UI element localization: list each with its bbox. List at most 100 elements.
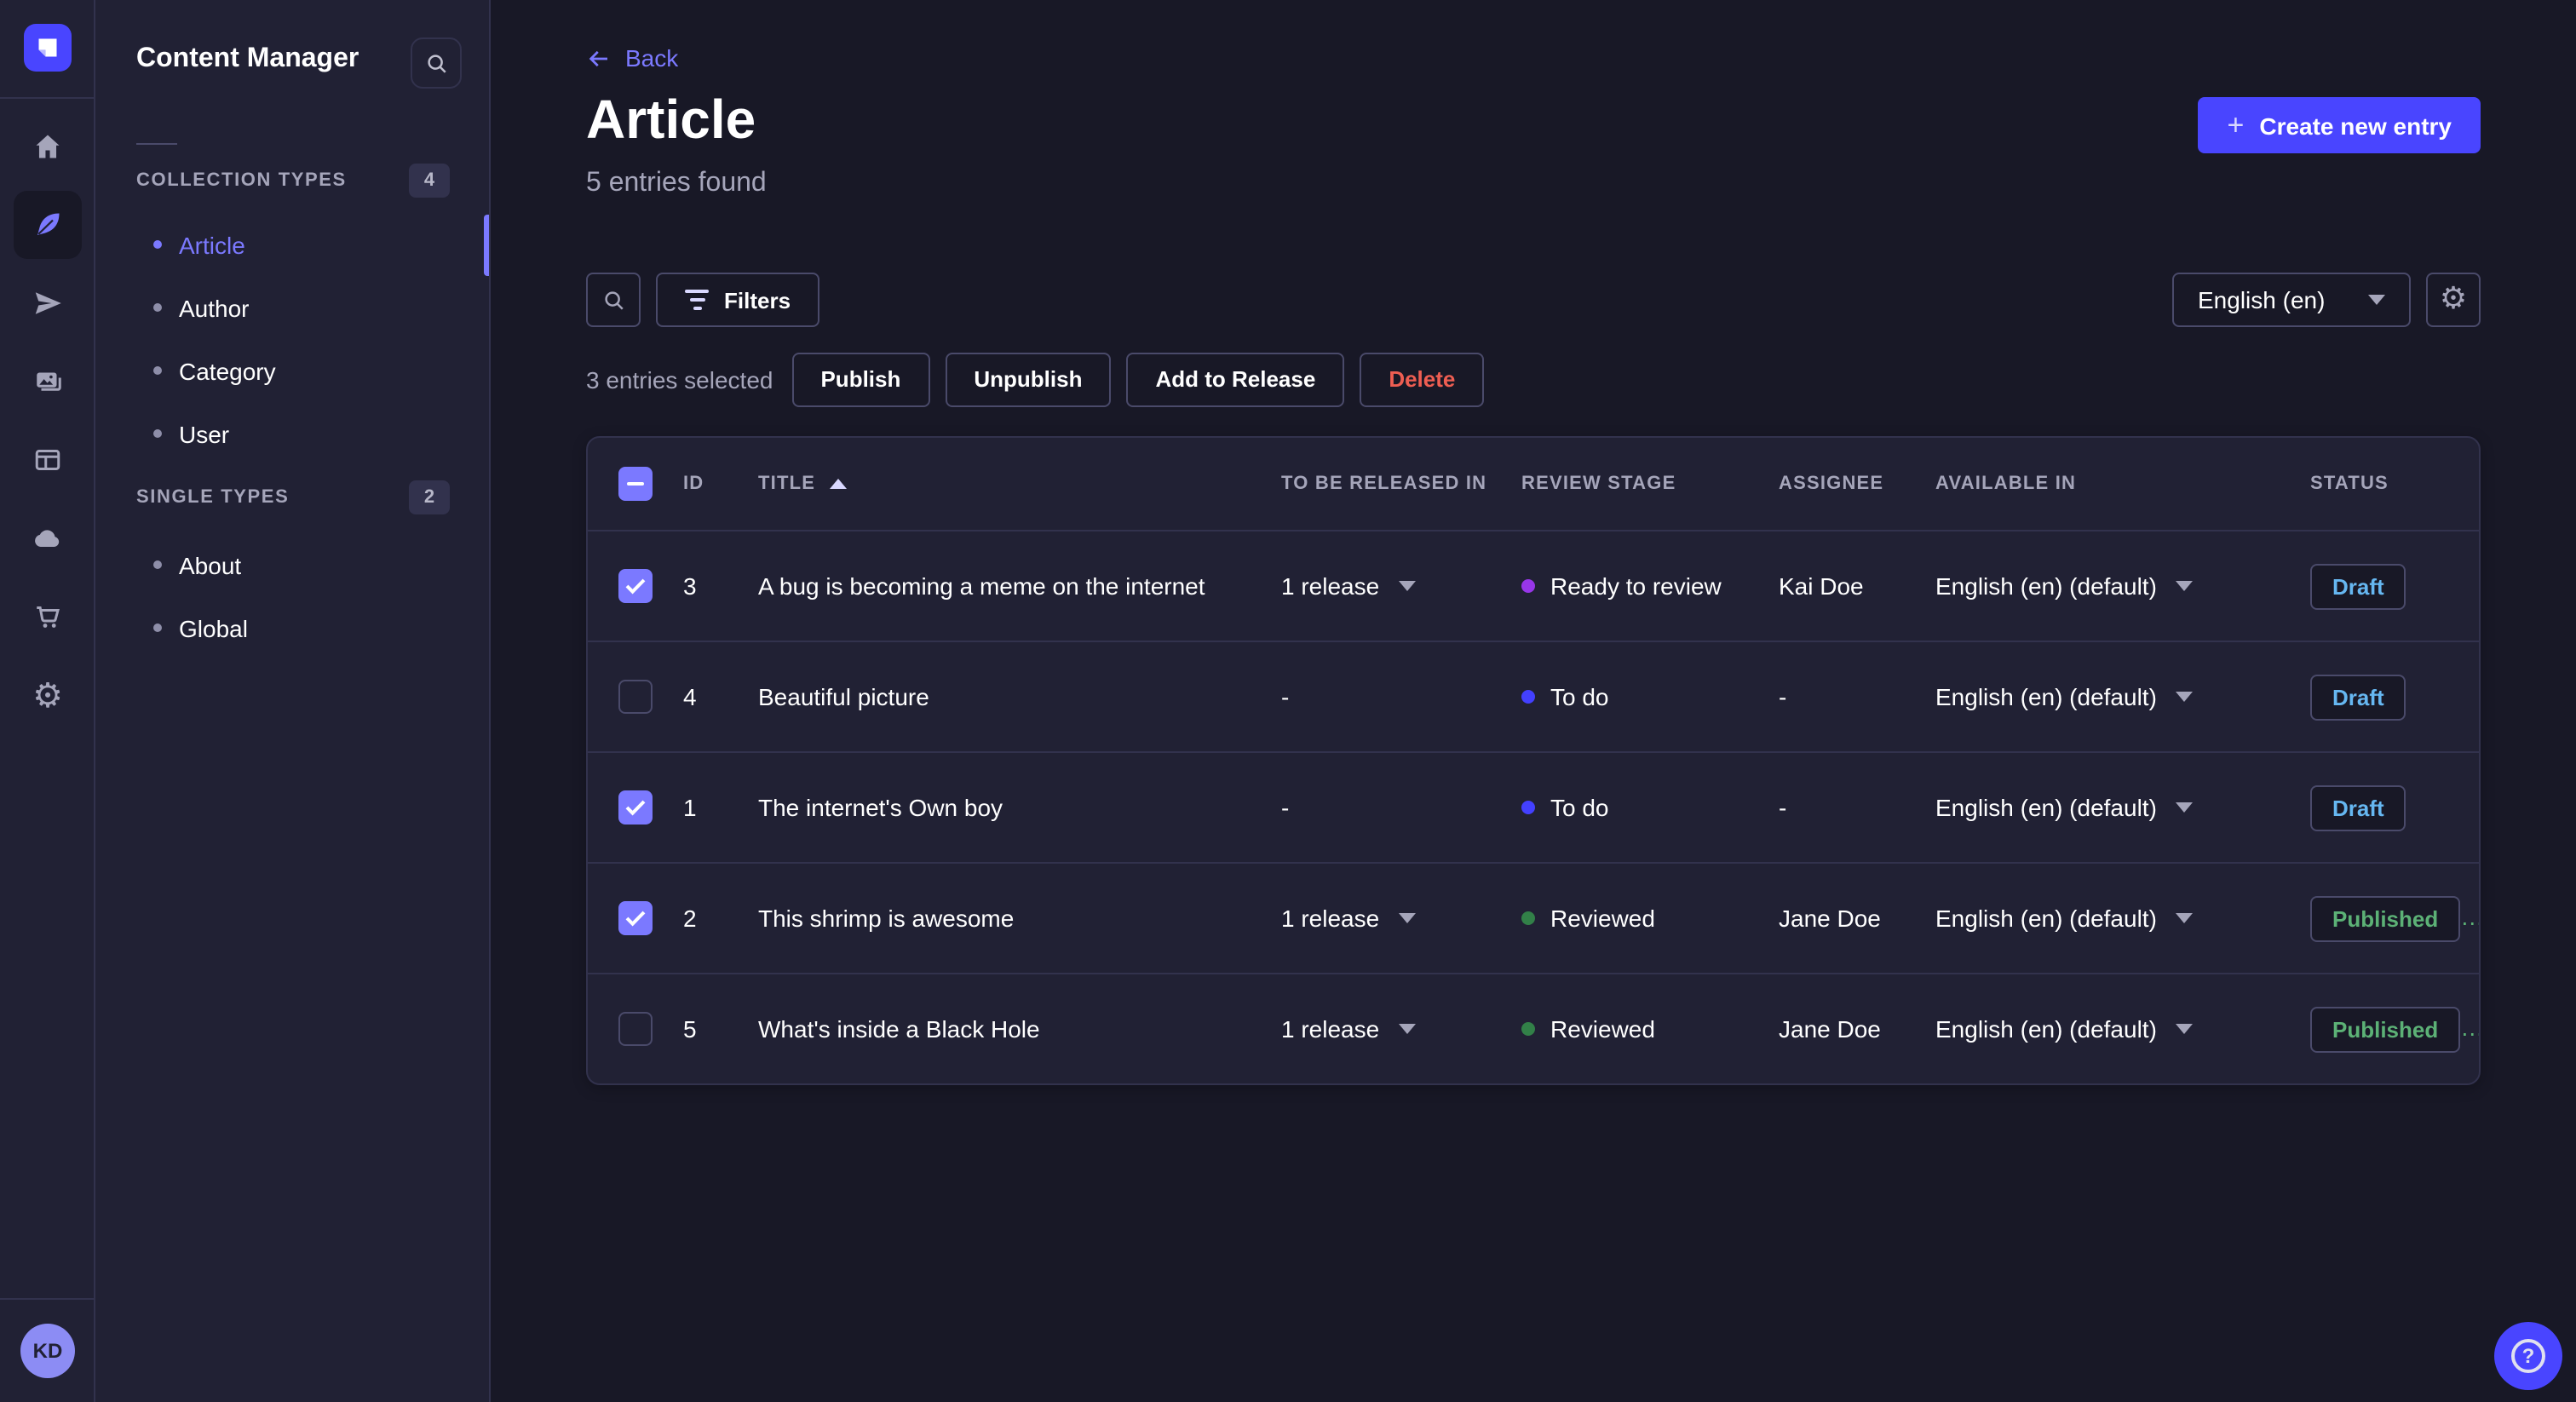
chevron-down-icon bbox=[2175, 1024, 2193, 1034]
row-checkbox[interactable] bbox=[618, 790, 653, 825]
cell-review-stage: To do bbox=[1521, 794, 1779, 821]
bullet-icon bbox=[153, 303, 162, 312]
cell-review-stage: To do bbox=[1521, 683, 1779, 710]
chevron-down-icon bbox=[1398, 581, 1416, 591]
user-avatar[interactable]: KD bbox=[20, 1324, 75, 1378]
sidebar-item-global[interactable]: Global bbox=[95, 596, 489, 659]
add-to-release-button[interactable]: Add to Release bbox=[1126, 352, 1345, 406]
single-types-list: About Global bbox=[95, 533, 489, 659]
collection-types-count: 4 bbox=[409, 164, 450, 198]
status-badge: Draft bbox=[2310, 784, 2406, 830]
column-header-id[interactable]: ID bbox=[683, 474, 758, 494]
table-row[interactable]: 1 The internet's Own boy - To do - Engli… bbox=[588, 751, 2479, 862]
view-settings-button[interactable]: ⚙ bbox=[2426, 273, 2481, 327]
sort-asc-icon[interactable] bbox=[829, 479, 847, 489]
cell-status: Draft bbox=[2310, 563, 2479, 609]
chevron-down-icon bbox=[2175, 692, 2193, 702]
table-row[interactable]: 2 This shrimp is awesome 1 release Revie… bbox=[588, 862, 2479, 973]
cell-status: Published bbox=[2310, 1006, 2479, 1052]
cell-available-in[interactable]: English (en) (default) bbox=[1935, 572, 2310, 600]
strapi-logo[interactable] bbox=[24, 24, 72, 72]
cell-status: Draft bbox=[2310, 674, 2479, 720]
pictures-icon[interactable] bbox=[14, 348, 82, 416]
column-header-title[interactable]: TITLE bbox=[758, 474, 1281, 494]
layout-icon[interactable] bbox=[14, 426, 82, 494]
back-link[interactable]: Back bbox=[586, 44, 678, 72]
arrow-left-icon bbox=[589, 49, 607, 66]
cell-review-stage: Reviewed bbox=[1521, 905, 1779, 932]
locale-select[interactable]: English (en) bbox=[2172, 273, 2411, 327]
row-checkbox[interactable] bbox=[618, 901, 653, 935]
search-icon bbox=[427, 54, 446, 72]
entries-count: 5 entries found bbox=[586, 169, 767, 198]
cell-status: Published bbox=[2310, 895, 2479, 941]
sidebar-item-author[interactable]: Author bbox=[95, 276, 489, 339]
cell-available-in[interactable]: English (en) (default) bbox=[1935, 794, 2310, 821]
publish-button[interactable]: Publish bbox=[791, 352, 930, 406]
gear-icon: ⚙ bbox=[2439, 281, 2468, 317]
active-item-indicator bbox=[484, 215, 489, 276]
feather-icon[interactable] bbox=[14, 191, 82, 259]
cell-title: What's inside a Black Hole bbox=[758, 1015, 1040, 1043]
gear-icon[interactable]: ⚙ bbox=[14, 661, 82, 729]
cell-release: - bbox=[1281, 794, 1290, 821]
cell-release[interactable]: 1 release bbox=[1281, 1015, 1521, 1043]
sidebar-title: Content Manager bbox=[136, 44, 359, 73]
rail-icon-nav: ⚙ bbox=[14, 112, 82, 729]
collection-types-header: COLLECTION TYPES 4 bbox=[136, 164, 450, 198]
table-header-row: ID TITLE TO BE RELEASED IN REVIEW STAGE … bbox=[588, 438, 2479, 530]
select-all-checkbox[interactable] bbox=[618, 467, 653, 501]
stage-dot-icon bbox=[1521, 579, 1535, 593]
delete-button[interactable]: Delete bbox=[1360, 352, 1485, 406]
column-header-assignee: ASSIGNEE bbox=[1779, 474, 1884, 494]
check-icon bbox=[625, 911, 646, 927]
home-icon[interactable] bbox=[14, 112, 82, 181]
chevron-down-icon bbox=[2175, 802, 2193, 813]
sidebar: Content Manager COLLECTION TYPES 4 Artic… bbox=[95, 0, 491, 1402]
cell-status: Draft bbox=[2310, 784, 2479, 830]
cell-release[interactable]: 1 release bbox=[1281, 905, 1521, 932]
sidebar-item-about[interactable]: About bbox=[95, 533, 489, 596]
help-button[interactable]: ? bbox=[2494, 1322, 2562, 1390]
sidebar-item-category[interactable]: Category bbox=[95, 339, 489, 402]
row-checkbox[interactable] bbox=[618, 1012, 653, 1046]
cell-id: 1 bbox=[683, 794, 697, 821]
cell-id: 2 bbox=[683, 905, 697, 932]
row-checkbox[interactable] bbox=[618, 680, 653, 714]
cell-available-in[interactable]: English (en) (default) bbox=[1935, 1015, 2310, 1043]
row-checkbox[interactable] bbox=[618, 569, 653, 603]
filters-button[interactable]: Filters bbox=[656, 273, 820, 327]
cloud-icon[interactable] bbox=[14, 504, 82, 572]
nav-rail: ⚙ KD bbox=[0, 0, 95, 1402]
page-title: Article bbox=[586, 89, 756, 150]
collection-types-list: Article Author Category User bbox=[95, 213, 489, 465]
cell-available-in[interactable]: English (en) (default) bbox=[1935, 683, 2310, 710]
column-header-status: STATUS bbox=[2310, 474, 2389, 494]
bullet-icon bbox=[153, 240, 162, 249]
cell-assignee: Jane Doe bbox=[1779, 1015, 1881, 1043]
sidebar-item-article[interactable]: Article bbox=[95, 213, 489, 276]
create-new-entry-button[interactable]: + Create new entry bbox=[2198, 97, 2481, 153]
cart-icon[interactable] bbox=[14, 583, 82, 651]
paper-plane-icon[interactable] bbox=[14, 269, 82, 337]
table-row[interactable]: 3 A bug is becoming a meme on the intern… bbox=[588, 530, 2479, 641]
table-row[interactable]: 5 What's inside a Black Hole 1 release R… bbox=[588, 973, 2479, 1083]
table-row[interactable]: 4 Beautiful picture - To do - English (e… bbox=[588, 641, 2479, 751]
cell-release: - bbox=[1281, 683, 1290, 710]
chevron-down-icon bbox=[2175, 581, 2193, 591]
cell-available-in[interactable]: English (en) (default) bbox=[1935, 905, 2310, 932]
cell-release[interactable]: 1 release bbox=[1281, 572, 1521, 600]
selection-count-text: 3 entries selected bbox=[586, 365, 773, 393]
unpublish-button[interactable]: Unpublish bbox=[945, 352, 1112, 406]
search-button[interactable] bbox=[586, 273, 641, 327]
sidebar-item-user[interactable]: User bbox=[95, 402, 489, 465]
status-badge: Draft bbox=[2310, 674, 2406, 720]
stage-dot-icon bbox=[1521, 801, 1535, 814]
sidebar-search-button[interactable] bbox=[411, 37, 462, 89]
cell-id: 3 bbox=[683, 572, 697, 600]
status-badge: Published bbox=[2310, 895, 2461, 941]
stage-dot-icon bbox=[1521, 690, 1535, 704]
column-header-review-stage: REVIEW STAGE bbox=[1521, 474, 1676, 494]
chevron-down-icon bbox=[2175, 913, 2193, 923]
check-icon bbox=[625, 800, 646, 816]
